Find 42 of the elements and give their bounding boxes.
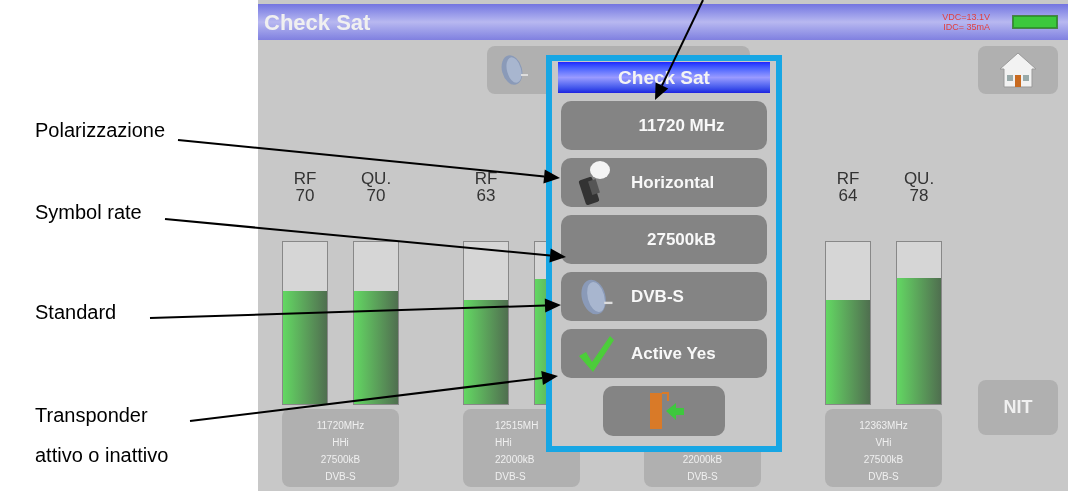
meter-value: 63 (476, 187, 496, 204)
battery-icon (1012, 15, 1058, 29)
annotation-label: Standard (35, 300, 118, 325)
meter-value: 78 (909, 187, 929, 204)
screen-title: Check Sat (264, 8, 371, 37)
dialog-row-button[interactable]: Active Yes (561, 329, 767, 378)
annotation-label: Transponder attivo o inattivo (35, 403, 170, 468)
transponder-info: HHi (495, 436, 512, 450)
meter-value: 70 (295, 187, 315, 204)
transponder-info: DVB-S (868, 470, 899, 484)
transponder-info: 11720MHz (316, 419, 365, 433)
meter-label: RF (293, 170, 317, 187)
meter-label: RF (836, 170, 860, 187)
dialog-row-button[interactable]: 11720 MHz (561, 101, 767, 150)
transponder-info: VHi (875, 436, 892, 450)
meter-label: QU. (360, 170, 392, 187)
dialog-row-button[interactable]: DVB-S (561, 272, 767, 321)
meter-label: QU. (903, 170, 935, 187)
transponder-info: 27500kB (863, 453, 904, 467)
meter-label: RF (474, 170, 498, 187)
voltage-reading: VDC=13.1V (942, 12, 990, 22)
transponder-info: 12515MH (495, 419, 539, 433)
annotation-label: Polarizzazione (35, 118, 167, 143)
transponder-info: DVB-S (495, 470, 526, 484)
dialog-row-button[interactable]: Horizontal (561, 158, 767, 207)
annotation-label: Symbol rate (35, 200, 143, 225)
exit-button[interactable] (603, 386, 725, 436)
meter-value: 64 (838, 187, 858, 204)
transponder-info: 22000kB (682, 453, 723, 467)
house-icon (998, 51, 1038, 89)
dialog-row-button[interactable]: 27500kB (561, 215, 767, 264)
transponder-info: 12363MHz (859, 419, 908, 433)
transponder-info: DVB-S (325, 470, 356, 484)
transponder-info: HHi (332, 436, 349, 450)
transponder-info: DVB-S (687, 470, 718, 484)
checkmark-icon (576, 333, 616, 374)
transponder-info: 27500kB (320, 453, 361, 467)
meter-value: 70 (366, 187, 386, 204)
current-reading: IDC= 35mA (943, 22, 990, 32)
home-button[interactable] (978, 46, 1058, 94)
nit-button[interactable]: NIT (978, 380, 1058, 435)
transponder-info: 22000kB (495, 453, 535, 467)
